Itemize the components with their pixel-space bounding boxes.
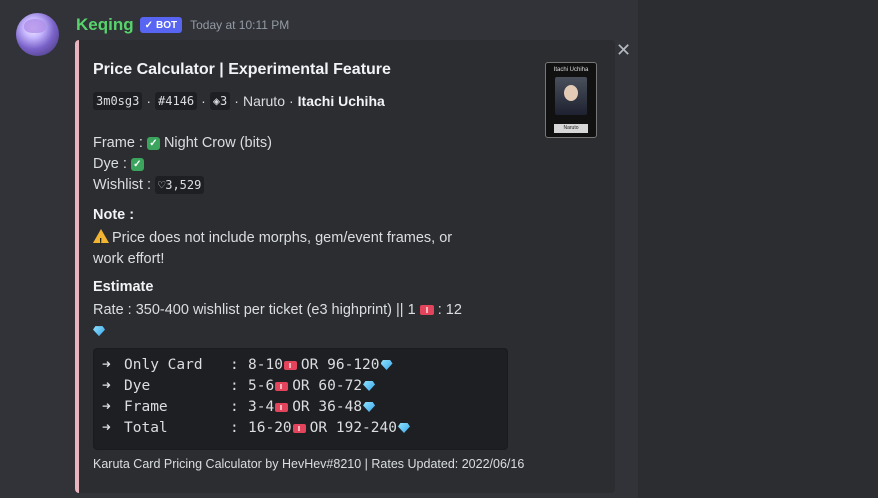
- row-gems: 36-48: [318, 399, 363, 415]
- arrow-icon: ➜: [102, 399, 111, 415]
- bot-tag: ✓ BOT: [139, 17, 183, 33]
- note-text-line2: work effort!: [93, 251, 165, 267]
- code-row-total: ➜ Total : 16-20 OR 192-240: [102, 420, 410, 436]
- ticket-icon: [275, 381, 289, 391]
- row-or: OR: [300, 357, 319, 373]
- ticket-icon: [292, 423, 306, 433]
- row-label: Frame: [124, 399, 168, 415]
- row-colon: :: [230, 378, 239, 394]
- card-code: 3m0sg3: [93, 92, 143, 110]
- frame-field: Frame : ✓ Night Crow (bits): [93, 135, 272, 151]
- card-thumbnail[interactable]: Itachi Uchiha Naruto: [545, 62, 597, 138]
- timestamp: Today at 10:11 PM: [190, 18, 290, 32]
- note-text-line1: Price does not include morphs, gem/event…: [112, 230, 453, 246]
- embed: Price Calculator | Experimental Feature …: [75, 40, 615, 493]
- frame-label: Frame :: [93, 135, 143, 151]
- series-name: Naruto: [242, 93, 285, 109]
- character-name: Itachi Uchiha: [297, 93, 385, 109]
- note-text: Price does not include morphs, gem/event…: [93, 228, 493, 270]
- row-label: Total: [124, 420, 168, 436]
- ticket-icon: [283, 360, 297, 370]
- estimate-code-block: ➜ Only Card : 8-10 OR 96-120 ➜ Dye : 5-6…: [93, 348, 508, 450]
- row-label: Dye: [124, 378, 151, 394]
- embed-title: Price Calculator | Experimental Feature: [93, 61, 391, 78]
- ticket-icon: [275, 402, 289, 412]
- wishlist-field: Wishlist : ♡3,529: [93, 176, 205, 194]
- row-gems: 60-72: [318, 378, 363, 394]
- edition: ◈3: [209, 92, 231, 110]
- thumbnail-series: Naruto: [554, 124, 588, 133]
- arrow-icon: ➜: [102, 378, 111, 394]
- row-gems: 96-120: [327, 357, 380, 373]
- dye-label: Dye :: [93, 156, 127, 172]
- rate-text-main: Rate : 350-400 wishlist per ticket (e3 h…: [93, 302, 416, 318]
- row-or: OR: [292, 399, 310, 415]
- username[interactable]: Keqing: [76, 15, 134, 35]
- avatar[interactable]: [16, 13, 59, 56]
- dye-field: Dye : ✓: [93, 156, 144, 172]
- bot-tag-label: BOT: [156, 19, 178, 31]
- row-tickets: 3-4: [248, 399, 275, 415]
- separator: ·: [234, 93, 239, 109]
- ticket-icon: [419, 305, 434, 316]
- message-header: Keqing ✓ BOT Today at 10:11 PM: [76, 14, 289, 36]
- gem-icon: [363, 381, 376, 391]
- gem-icon: [363, 402, 376, 412]
- arrow-icon: ➜: [102, 420, 111, 436]
- warning-icon: [93, 229, 109, 253]
- code-row-frame: ➜ Frame : 3-4 OR 36-48: [102, 399, 376, 415]
- row-or: OR: [309, 420, 328, 436]
- row-colon: :: [230, 399, 239, 415]
- rate-text: Rate : 350-400 wishlist per ticket (e3 h…: [93, 300, 493, 342]
- code-row-dye: ➜ Dye : 5-6 OR 60-72: [102, 378, 376, 394]
- row-gems: 192-240: [335, 420, 397, 436]
- row-or: OR: [292, 378, 310, 394]
- print-number: #4146: [155, 92, 198, 110]
- row-label: Only Card: [124, 357, 203, 373]
- thumbnail-card-name: Itachi Uchiha: [553, 67, 589, 73]
- wishlist-label: Wishlist :: [93, 177, 151, 193]
- check-icon: ✓: [146, 136, 160, 150]
- row-tickets: 5-6: [248, 378, 275, 394]
- frame-value: Night Crow (bits): [163, 135, 272, 151]
- separator: ·: [146, 93, 152, 109]
- member-list-panel: [638, 0, 878, 498]
- estimate-heading: Estimate: [93, 279, 154, 295]
- gem-icon: [93, 326, 105, 337]
- card-meta-line: 3m0sg3 · #4146 · ◈3 · Naruto · Itachi Uc…: [93, 92, 385, 110]
- row-tickets: 8-10: [248, 357, 283, 373]
- check-icon: ✓: [144, 19, 153, 31]
- embed-footer: Karuta Card Pricing Calculator by HevHev…: [93, 457, 525, 471]
- arrow-icon: ➜: [102, 357, 111, 373]
- gem-icon: [380, 360, 393, 370]
- separator: ·: [288, 93, 294, 109]
- check-icon: ✓: [130, 157, 144, 171]
- code-row-only-card: ➜ Only Card : 8-10 OR 96-120: [102, 357, 393, 373]
- row-tickets: 16-20: [248, 420, 292, 436]
- row-colon: :: [230, 420, 239, 436]
- gem-icon: [397, 423, 410, 433]
- wishlist-value: ♡3,529: [155, 176, 205, 194]
- note-heading: Note :: [93, 207, 135, 223]
- thumbnail-character-art: [555, 77, 587, 115]
- close-icon[interactable]: ✕: [616, 41, 631, 59]
- row-colon: :: [230, 357, 239, 373]
- separator: ·: [201, 93, 206, 109]
- rate-ticket-count: : 12: [437, 302, 462, 318]
